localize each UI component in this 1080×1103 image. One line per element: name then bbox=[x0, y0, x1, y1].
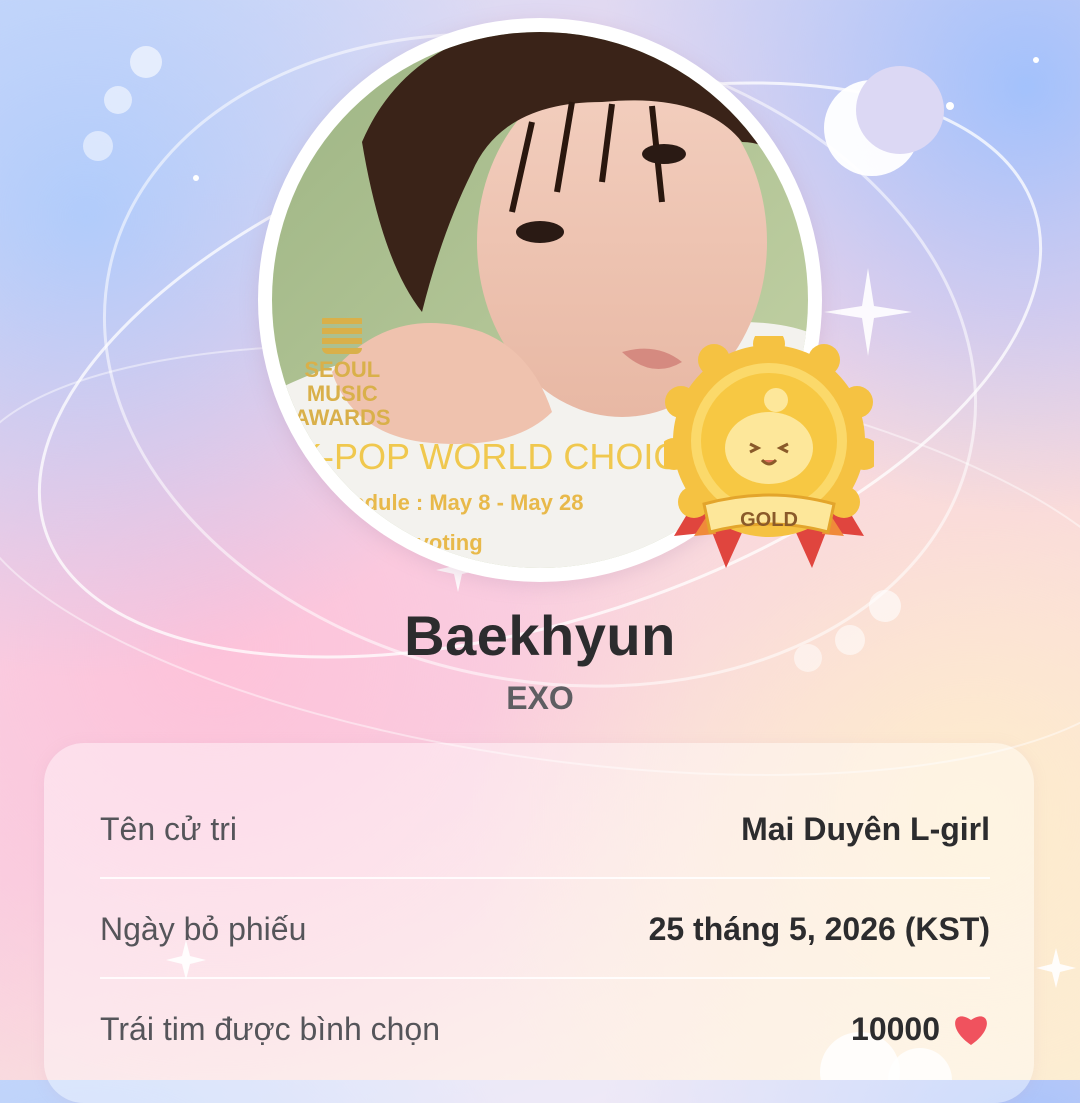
gold-label: GOLD bbox=[740, 509, 798, 531]
detail-row-voter: Tên cử tri Mai Duyên L-girl bbox=[100, 779, 990, 879]
logo-line2: MUSIC bbox=[306, 381, 378, 406]
heart-icon bbox=[955, 1016, 987, 1045]
hearts-count: 10000 bbox=[851, 1010, 940, 1047]
vote-date-label: Ngày bỏ phiếu bbox=[100, 910, 307, 947]
detail-row-date: Ngày bỏ phiếu 25 tháng 5, 2026 (KST) bbox=[100, 879, 990, 979]
gold-medal-icon: GOLD bbox=[664, 336, 874, 568]
vote-date-value: 25 tháng 5, 2026 (KST) bbox=[648, 910, 990, 947]
hearts-label: Trái tim được bình chọn bbox=[100, 1010, 441, 1047]
artist-name: Baekhyun bbox=[404, 604, 676, 667]
logo-mark bbox=[322, 314, 363, 354]
logo-line3: AWARDS bbox=[294, 405, 391, 430]
hearts-value-group: 10000 bbox=[851, 1011, 990, 1048]
artist-group: EXO bbox=[506, 680, 574, 716]
voter-label: Tên cử tri bbox=[100, 810, 237, 847]
detail-row-hearts: Trái tim được bình chọn 10000 bbox=[100, 979, 990, 1079]
photo-voting: Champ voting bbox=[336, 530, 483, 555]
voter-value: Mai Duyên L-girl bbox=[741, 810, 990, 847]
vote-details-card: Tên cử tri Mai Duyên L-girl Ngày bỏ phiế… bbox=[44, 743, 1034, 1103]
moon-icon bbox=[824, 66, 944, 176]
photo-schedule: Schedule : May 8 - May 28 bbox=[312, 490, 584, 515]
photo-headline: K-POP WORLD CHOICE bbox=[298, 436, 704, 477]
logo-line1: SEOUL bbox=[304, 357, 381, 382]
seoul-music-awards-logo: SEOUL MUSIC AWARDS bbox=[294, 314, 391, 430]
